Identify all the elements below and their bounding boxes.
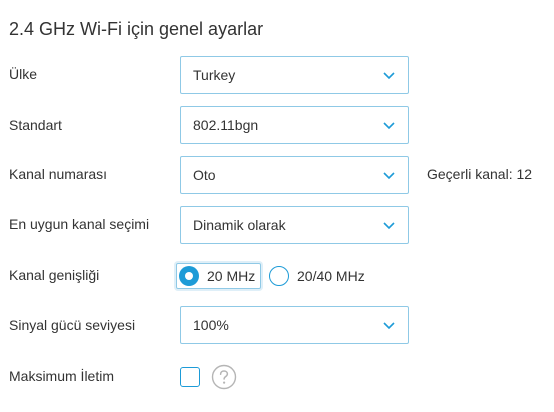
standard-select[interactable]: 802.11bgn bbox=[180, 106, 409, 144]
bandwidth-option-20mhz[interactable]: 20 MHz bbox=[176, 263, 261, 289]
channel-label: Kanal numarası bbox=[9, 166, 108, 182]
max-transmission-label: Maksimum İletim bbox=[9, 368, 115, 384]
bandwidth-option-20-40mhz[interactable]: 20/40 MHz bbox=[269, 263, 365, 289]
chevron-down-icon bbox=[382, 320, 396, 332]
signal-strength-select[interactable]: 100% bbox=[180, 306, 409, 344]
bandwidth-label: Kanal genişliği bbox=[9, 267, 100, 283]
optimal-channel-label: En uygun kanal seçimi bbox=[9, 216, 150, 232]
country-label: Ülke bbox=[9, 66, 38, 82]
optimal-channel-value: Dinamik olarak bbox=[193, 217, 286, 233]
max-transmission-checkbox[interactable] bbox=[180, 367, 200, 387]
country-select[interactable]: Turkey bbox=[180, 56, 409, 94]
channel-value: Oto bbox=[193, 167, 216, 183]
bandwidth-option-label: 20 MHz bbox=[207, 268, 256, 284]
signal-strength-value: 100% bbox=[193, 317, 229, 333]
page-title: 2.4 GHz Wi-Fi için genel ayarlar bbox=[9, 19, 264, 39]
standard-value: 802.11bgn bbox=[193, 117, 259, 133]
chevron-down-icon bbox=[382, 220, 396, 232]
chevron-down-icon bbox=[382, 120, 396, 132]
standard-label: Standart bbox=[9, 117, 62, 133]
radio-selected-icon bbox=[179, 266, 199, 286]
radio-unselected-icon bbox=[269, 266, 289, 286]
bandwidth-option-label: 20/40 MHz bbox=[297, 268, 365, 284]
chevron-down-icon bbox=[382, 70, 396, 82]
channel-select[interactable]: Oto bbox=[180, 156, 409, 194]
chevron-down-icon bbox=[382, 170, 396, 182]
question-mark-icon[interactable] bbox=[211, 364, 237, 390]
current-channel-text: Geçerli kanal: 12 bbox=[427, 166, 533, 182]
country-value: Turkey bbox=[193, 67, 236, 83]
signal-strength-label: Sinyal gücü seviyesi bbox=[9, 317, 136, 333]
optimal-channel-select[interactable]: Dinamik olarak bbox=[180, 206, 409, 244]
